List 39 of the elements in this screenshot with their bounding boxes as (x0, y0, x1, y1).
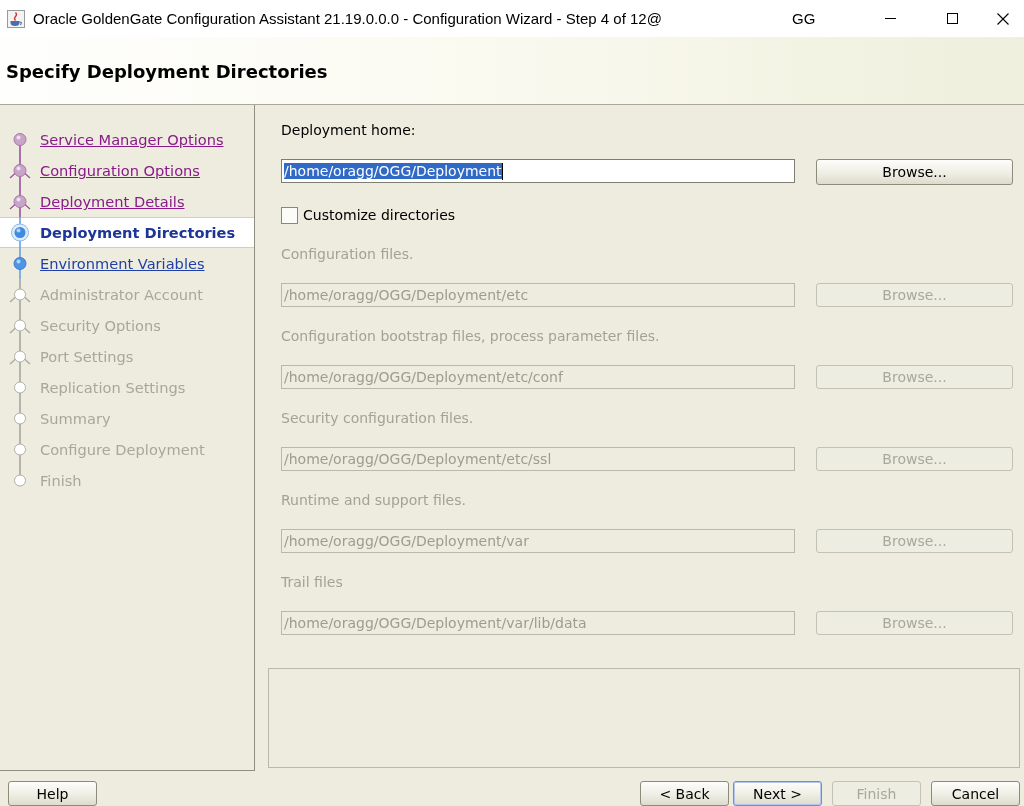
field-label: Security configuration files. (281, 410, 474, 426)
field-label: Deployment home: (281, 122, 416, 138)
next-button[interactable]: Next > (733, 781, 822, 806)
step-node-icon (8, 341, 32, 372)
step-node-icon (8, 310, 32, 341)
step-node-icon (8, 186, 32, 217)
page-title: Specify Deployment Directories (6, 61, 328, 82)
wizard-step[interactable]: Summary (0, 403, 254, 434)
wizard-step[interactable]: Port Settings (0, 341, 254, 372)
wizard-step[interactable]: Configure Deployment (0, 434, 254, 465)
wizard-step[interactable]: Administrator Account (0, 279, 254, 310)
browse-button[interactable]: Browse... (816, 159, 1013, 185)
wizard-step[interactable]: Configuration Options (0, 155, 254, 186)
path-field[interactable]: /home/oragg/OGG/Deployment (281, 159, 795, 183)
field-label: Runtime and support files. (281, 492, 466, 508)
step-node-icon (8, 217, 32, 248)
back-button[interactable]: < Back (640, 781, 729, 806)
wizard-step[interactable]: Environment Variables (0, 248, 254, 279)
field-label: Trail files (281, 574, 343, 590)
wizard-step[interactable]: Deployment Details (0, 186, 254, 217)
window-title: GG (792, 10, 816, 27)
coffee-cup-icon (7, 9, 25, 28)
window-title: Oracle GoldenGate Configuration Assistant 21.19.0.0.0 - Configuration Wizard - Step 4 of 12@ (33, 10, 663, 27)
maximize-icon (946, 13, 958, 24)
field-label: Configuration bootstrap files, process parameter files. (281, 328, 660, 344)
wizard-step[interactable]: Service Manager Options (0, 124, 254, 155)
step-node-icon (8, 155, 32, 186)
wizard-step[interactable]: Finish (0, 465, 254, 496)
cancel-button[interactable]: Cancel (931, 781, 1020, 806)
step-node-icon (8, 279, 32, 310)
checkbox[interactable] (281, 206, 298, 224)
minimize-icon (885, 18, 896, 19)
close-icon (997, 12, 1009, 25)
checkbox-label[interactable]: Customize directories (303, 207, 456, 223)
field-label: Configuration files. (281, 246, 414, 262)
help-button[interactable]: Help (8, 781, 97, 806)
wizard-step[interactable]: Replication Settings (0, 372, 254, 403)
wizard-step[interactable]: Deployment Directories (0, 217, 254, 248)
wizard-step[interactable]: Security Options (0, 310, 254, 341)
